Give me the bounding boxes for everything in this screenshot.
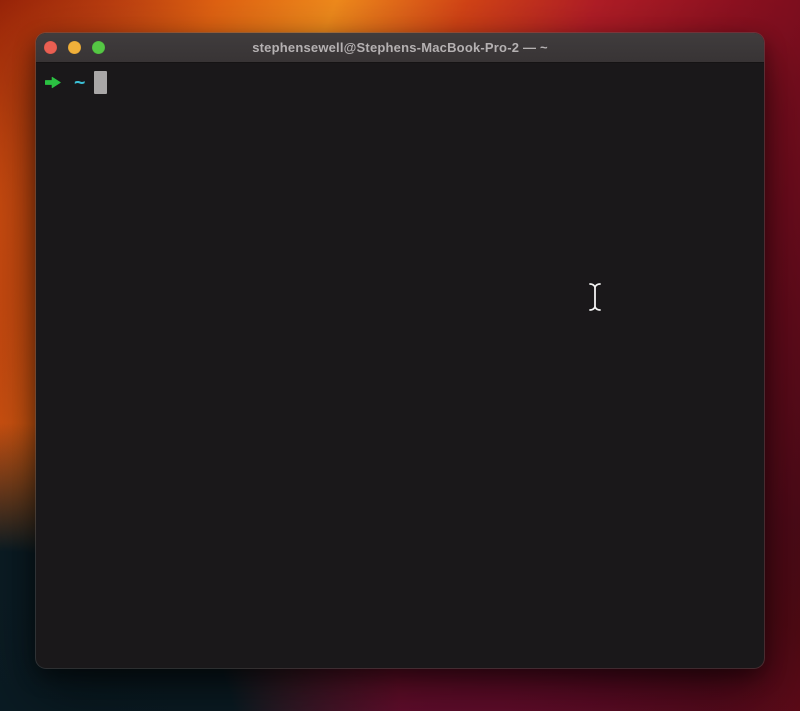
window-titlebar[interactable]: stephensewell@Stephens-MacBook-Pro-2 — ~	[36, 33, 764, 63]
prompt-line: ~	[45, 70, 764, 94]
prompt-path: ~	[74, 71, 85, 93]
zoom-button[interactable]	[92, 41, 105, 54]
terminal-content[interactable]: ~	[36, 63, 764, 667]
window-title: stephensewell@Stephens-MacBook-Pro-2 — ~	[252, 40, 548, 55]
minimize-button[interactable]	[68, 41, 81, 54]
terminal-window: stephensewell@Stephens-MacBook-Pro-2 — ~…	[36, 33, 764, 668]
traffic-lights	[44, 33, 105, 62]
prompt-arrow-icon	[45, 76, 61, 89]
terminal-cursor-block	[94, 71, 107, 94]
close-button[interactable]	[44, 41, 57, 54]
desktop-wallpaper: stephensewell@Stephens-MacBook-Pro-2 — ~…	[0, 0, 800, 711]
